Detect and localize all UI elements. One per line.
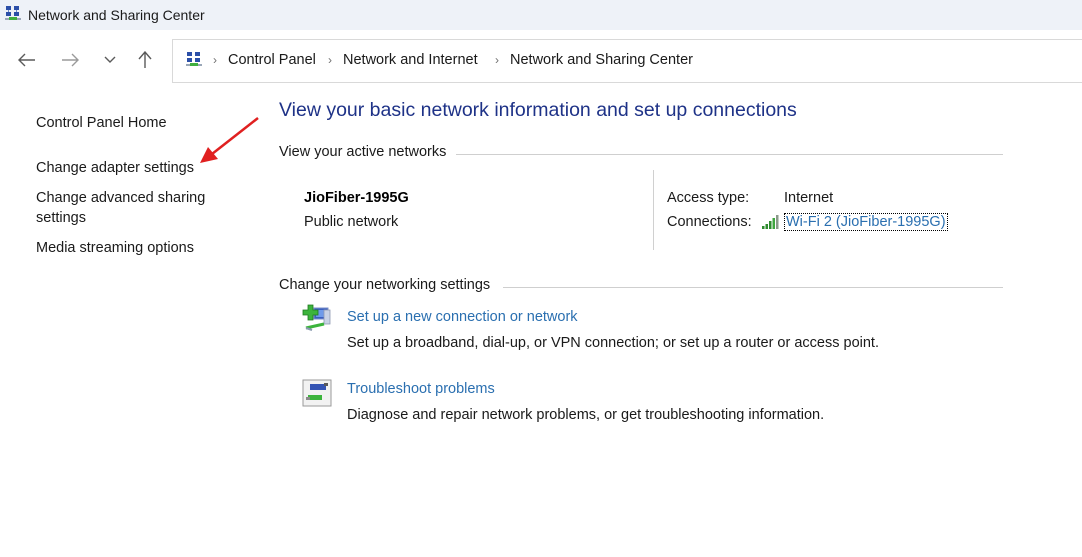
network-type: Public network <box>304 214 399 230</box>
network-sharing-center-icon <box>5 6 21 20</box>
troubleshoot-problems-description: Diagnose and repair network problems, or… <box>347 407 825 423</box>
setup-new-connection-link[interactable]: Set up a new connection or network <box>347 309 578 325</box>
setup-new-connection-description: Set up a broadband, dial-up, or VPN conn… <box>347 335 879 351</box>
up-button[interactable] <box>133 48 157 72</box>
section-divider <box>503 287 1003 288</box>
networking-settings-header: Change your networking settings <box>279 277 491 293</box>
sidebar-item-control-panel-home[interactable]: Control Panel Home <box>36 113 167 133</box>
breadcrumb-network-and-internet[interactable]: Network and Internet <box>343 52 478 68</box>
recent-locations-button[interactable] <box>98 48 122 72</box>
arrow-right-icon <box>62 53 79 67</box>
sidebar-item-change-advanced-sharing-settings[interactable]: Change advanced sharing settings <box>36 188 226 228</box>
arrow-up-icon <box>138 51 152 68</box>
breadcrumb-network-and-sharing-center[interactable]: Network and Sharing Center <box>510 52 693 68</box>
troubleshoot-problems-link[interactable]: Troubleshoot problems <box>347 381 495 397</box>
window-title: Network and Sharing Center <box>28 7 205 23</box>
access-type-label: Access type: <box>667 190 750 206</box>
control-panel-icon <box>186 52 202 66</box>
annotation-arrow <box>200 117 259 163</box>
connections-label: Connections: <box>667 214 752 230</box>
new-connection-icon <box>302 304 331 331</box>
page-title: View your basic network information and … <box>279 99 797 121</box>
address-bar[interactable]: › Control Panel › Network and Internet ›… <box>172 39 1082 83</box>
vertical-divider <box>653 170 654 250</box>
title-bar: Network and Sharing Center <box>0 0 1082 30</box>
wifi-signal-icon <box>762 215 779 229</box>
forward-button[interactable] <box>58 48 82 72</box>
chevron-down-icon <box>104 56 116 63</box>
active-networks-header: View your active networks <box>279 144 447 160</box>
troubleshoot-icon <box>302 379 332 407</box>
section-divider <box>456 154 1003 155</box>
breadcrumb-separator[interactable]: › <box>495 53 499 67</box>
network-name: JioFiber-1995G <box>304 190 409 206</box>
arrow-left-icon <box>18 53 35 67</box>
breadcrumb-separator[interactable]: › <box>328 53 332 67</box>
sidebar-item-change-adapter-settings[interactable]: Change adapter settings <box>36 158 194 178</box>
sidebar-item-media-streaming-options[interactable]: Media streaming options <box>36 238 194 258</box>
access-type-value: Internet <box>784 190 834 206</box>
wifi-connection-link[interactable]: Wi-Fi 2 (JioFiber-1995G) <box>784 213 948 231</box>
back-button[interactable] <box>15 48 39 72</box>
breadcrumb-separator[interactable]: › <box>213 53 217 67</box>
breadcrumb-control-panel[interactable]: Control Panel <box>228 52 316 68</box>
